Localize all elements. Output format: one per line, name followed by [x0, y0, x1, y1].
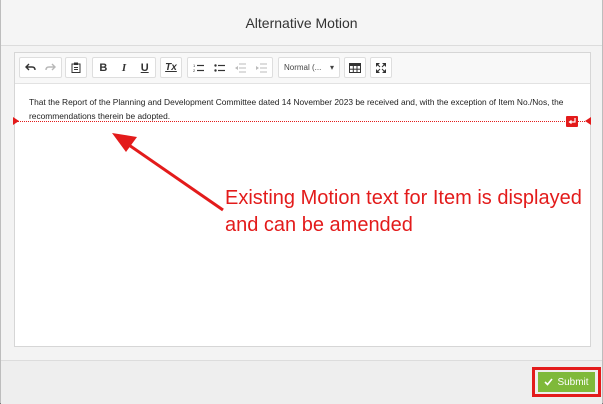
modal-footer [1, 360, 602, 404]
check-icon [544, 378, 554, 386]
submit-button[interactable]: Submit [538, 372, 595, 392]
annotation-callout: Existing Motion text for Item is display… [225, 187, 582, 236]
alternative-motion-modal: Alternative Motion B I U Tx 1 2 Normal (… [0, 0, 603, 404]
submit-highlight: Submit [532, 367, 601, 397]
submit-label: Submit [557, 376, 589, 388]
